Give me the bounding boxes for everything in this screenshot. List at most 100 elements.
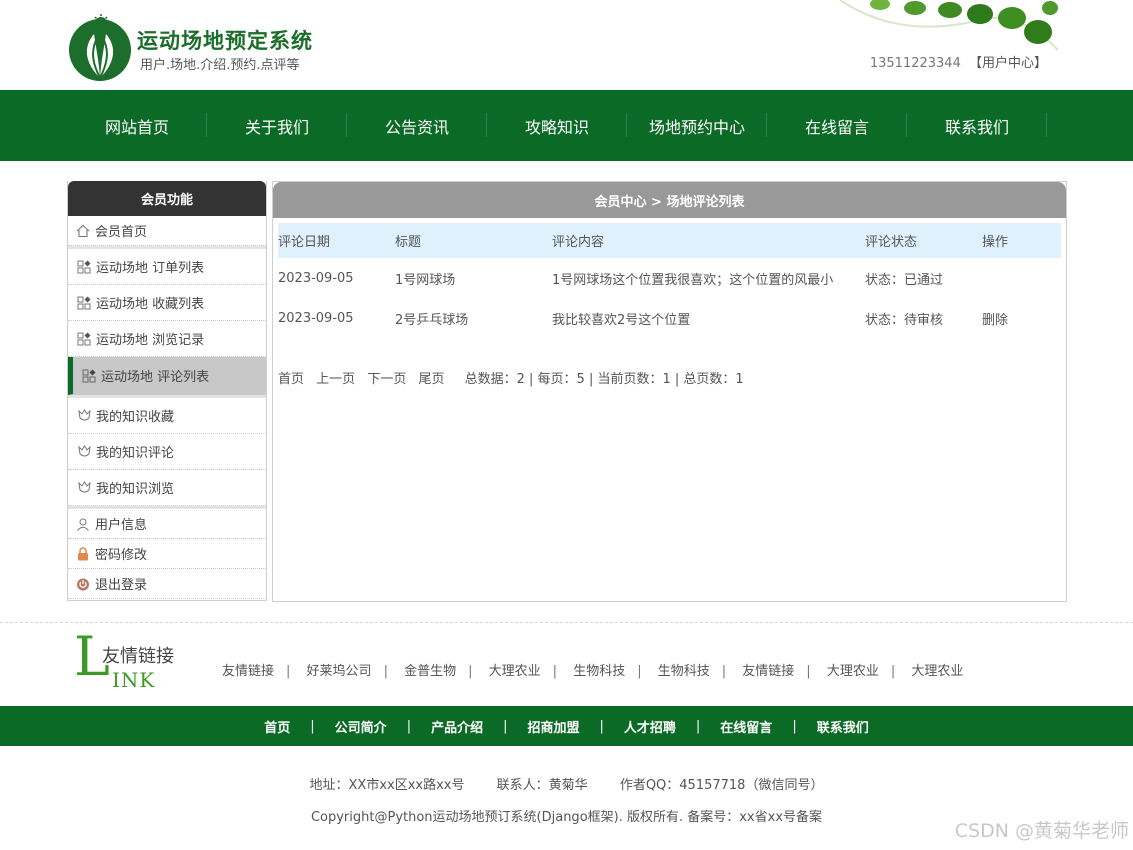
footer-contact: 联系人：黄菊华 xyxy=(496,778,588,793)
phone-number: 13511223344 xyxy=(869,56,961,71)
sidebar-item-user-info[interactable]: 用户信息 xyxy=(68,509,266,539)
pager-summary: 总数据：2 | 每页：5 | 当前页数：1 | 总页数：1 xyxy=(464,372,744,387)
sidebar-item-label: 运动场地 收藏列表 xyxy=(96,297,205,312)
cell-content: 1号网球场这个位置我很喜欢；这个位置的风最小 xyxy=(552,272,834,288)
nav-item-home[interactable]: 网站首页 xyxy=(67,90,207,161)
user-icon xyxy=(75,516,91,532)
table-row: 2023-09-05 2号乒乓球场 我比较喜欢2号这个位置 状态：待审核 删除 xyxy=(278,298,1061,338)
column-header-date: 评论日期 xyxy=(278,235,331,250)
sidebar-item-label: 我的知识评论 xyxy=(96,446,175,461)
pager-prev-link[interactable]: 上一页 xyxy=(316,372,355,387)
cell-status: 状态：待审核 xyxy=(865,312,944,328)
nav-item-contact[interactable]: 联系我们 xyxy=(907,90,1047,161)
main-panel: 会员中心 > 场地评论列表 评论日期 标题 评论内容 评论状态 操作 2023-… xyxy=(272,181,1067,602)
friend-link[interactable]: 生物科技 xyxy=(573,664,625,679)
column-header-action: 操作 xyxy=(982,235,1009,250)
friend-links-title: 友情链接 xyxy=(102,646,174,667)
cell-date: 2023-09-05 xyxy=(278,270,354,286)
sidebar-item-change-password[interactable]: 密码修改 xyxy=(68,539,266,569)
sidebar-item-reviews[interactable]: 运动场地 评论列表 xyxy=(68,357,266,395)
footer-nav-home[interactable]: 首页 xyxy=(264,717,290,736)
grid-icon xyxy=(76,259,92,275)
friend-link[interactable]: 生物科技 xyxy=(658,664,710,679)
footer-address-line: 地址：XX市xx区xx路xx号 联系人：黄菊华 作者QQ：45157718（微信… xyxy=(0,774,1133,793)
footer-nav-jobs[interactable]: 人才招聘 xyxy=(624,717,676,736)
sidebar-item-label: 运动场地 浏览记录 xyxy=(96,333,205,348)
site-subtitle: 用户.场地.介绍.预约.点评等 xyxy=(140,58,300,73)
home-icon xyxy=(75,223,91,239)
user-center-link[interactable]: 【用户中心】 xyxy=(969,56,1047,71)
sidebar-item-label: 会员首页 xyxy=(95,225,148,240)
sidebar-item-logout[interactable]: 退出登录 xyxy=(68,569,266,599)
table-header-row: 评论日期 标题 评论内容 评论状态 操作 xyxy=(278,223,1061,258)
grid-icon xyxy=(81,368,97,384)
cell-content: 我比较喜欢2号这个位置 xyxy=(552,312,691,328)
sidebar-item-knowledge-history[interactable]: 我的知识浏览 xyxy=(68,470,266,506)
nav-item-booking[interactable]: 场地预约中心 xyxy=(627,90,767,161)
pager-last-link[interactable]: 尾页 xyxy=(418,372,444,387)
top-user-links: 13511223344 【用户中心】 xyxy=(870,52,1047,71)
sidebar-item-label: 我的知识收藏 xyxy=(96,410,175,425)
table-row: 2023-09-05 1号网球场 1号网球场这个位置我很喜欢；这个位置的风最小 … xyxy=(278,258,1061,298)
sidebar-item-member-home[interactable]: 会员首页 xyxy=(68,216,266,246)
member-sidebar: 会员功能 会员首页 运动场地 订单列表 运动场地 收藏列表 运动场地 浏览记录 … xyxy=(67,181,267,601)
column-header-content: 评论内容 xyxy=(552,235,605,250)
watermark: CSDN @黄菊华老师 xyxy=(954,820,1129,842)
sidebar-item-favorites[interactable]: 运动场地 收藏列表 xyxy=(68,285,266,321)
pager-next-link[interactable]: 下一页 xyxy=(367,372,406,387)
friend-link[interactable]: 大理农业 xyxy=(911,664,963,679)
grid-icon xyxy=(76,295,92,311)
footer-nav-message[interactable]: 在线留言 xyxy=(720,717,772,736)
sidebar-item-orders[interactable]: 运动场地 订单列表 xyxy=(68,249,266,285)
cell-status: 状态：已通过 xyxy=(865,272,944,288)
tulip-icon xyxy=(76,480,92,496)
friend-link[interactable]: 友情链接 xyxy=(742,664,794,679)
nav-item-message[interactable]: 在线留言 xyxy=(767,90,907,161)
reviews-table: 评论日期 标题 评论内容 评论状态 操作 2023-09-05 1号网球场 1号… xyxy=(278,223,1061,338)
footer-nav-products[interactable]: 产品介绍 xyxy=(431,717,483,736)
site-header: 运动场地预定系统 用户.场地.介绍.预约.点评等 13511223344 【用户… xyxy=(0,0,1133,90)
sidebar-item-label: 运动场地 订单列表 xyxy=(96,261,205,276)
main-nav: 网站首页 关于我们 公告资讯 攻略知识 场地预约中心 在线留言 联系我们 xyxy=(0,90,1133,161)
column-header-title: 标题 xyxy=(395,235,422,250)
friend-link[interactable]: 大理农业 xyxy=(827,664,879,679)
breadcrumb: 会员中心 > 场地评论列表 xyxy=(273,182,1066,218)
friend-link[interactable]: 金普生物 xyxy=(404,664,456,679)
cell-date: 2023-09-05 xyxy=(278,310,354,326)
section-divider xyxy=(0,622,1133,623)
footer-nav-about[interactable]: 公司简介 xyxy=(335,717,387,736)
cell-title: 1号网球场 xyxy=(395,272,456,288)
nav-item-guides[interactable]: 攻略知识 xyxy=(487,90,627,161)
tulip-icon xyxy=(76,444,92,460)
friend-links-logo: L 友情链接 INK xyxy=(74,630,184,693)
pagination: 首页 上一页 下一页 尾页 总数据：2 | 每页：5 | 当前页数：1 | 总页… xyxy=(278,368,752,387)
site-title: 运动场地预定系统 xyxy=(137,29,313,53)
footer-qq: 作者QQ：45157718（微信同号） xyxy=(619,778,824,793)
nav-item-news[interactable]: 公告资讯 xyxy=(347,90,487,161)
sidebar-item-knowledge-favorites[interactable]: 我的知识收藏 xyxy=(68,398,266,434)
grid-icon xyxy=(76,331,92,347)
link-logo-text: INK xyxy=(112,668,156,692)
cell-title: 2号乒乓球场 xyxy=(395,312,469,328)
friend-link[interactable]: 好莱坞公司 xyxy=(307,664,372,679)
pager-first-link[interactable]: 首页 xyxy=(278,372,304,387)
sidebar-item-label: 密码修改 xyxy=(95,548,148,563)
friend-link[interactable]: 友情链接 xyxy=(222,664,274,679)
footer-nav-franchise[interactable]: 招商加盟 xyxy=(527,717,579,736)
tulip-icon xyxy=(76,408,92,424)
column-header-status: 评论状态 xyxy=(865,235,918,250)
sidebar-item-label: 退出登录 xyxy=(95,578,148,593)
footer-address: 地址：XX市xx区xx路xx号 xyxy=(309,778,465,793)
sidebar-item-knowledge-comments[interactable]: 我的知识评论 xyxy=(68,434,266,470)
footer-nav: 首页 | 公司简介 | 产品介绍 | 招商加盟 | 人才招聘 | 在线留言 | 联系我们 xyxy=(0,706,1133,746)
delete-link[interactable]: 删除 xyxy=(982,313,1008,328)
sidebar-item-label: 用户信息 xyxy=(95,518,148,533)
sidebar-title: 会员功能 xyxy=(68,181,266,216)
sidebar-item-history[interactable]: 运动场地 浏览记录 xyxy=(68,321,266,357)
lock-icon xyxy=(75,546,91,562)
friend-link[interactable]: 大理农业 xyxy=(489,664,541,679)
footer-nav-contact[interactable]: 联系我们 xyxy=(817,717,869,736)
leaves-decoration-icon xyxy=(840,0,1059,51)
nav-item-about[interactable]: 关于我们 xyxy=(207,90,347,161)
leaf-logo-icon xyxy=(69,14,131,81)
